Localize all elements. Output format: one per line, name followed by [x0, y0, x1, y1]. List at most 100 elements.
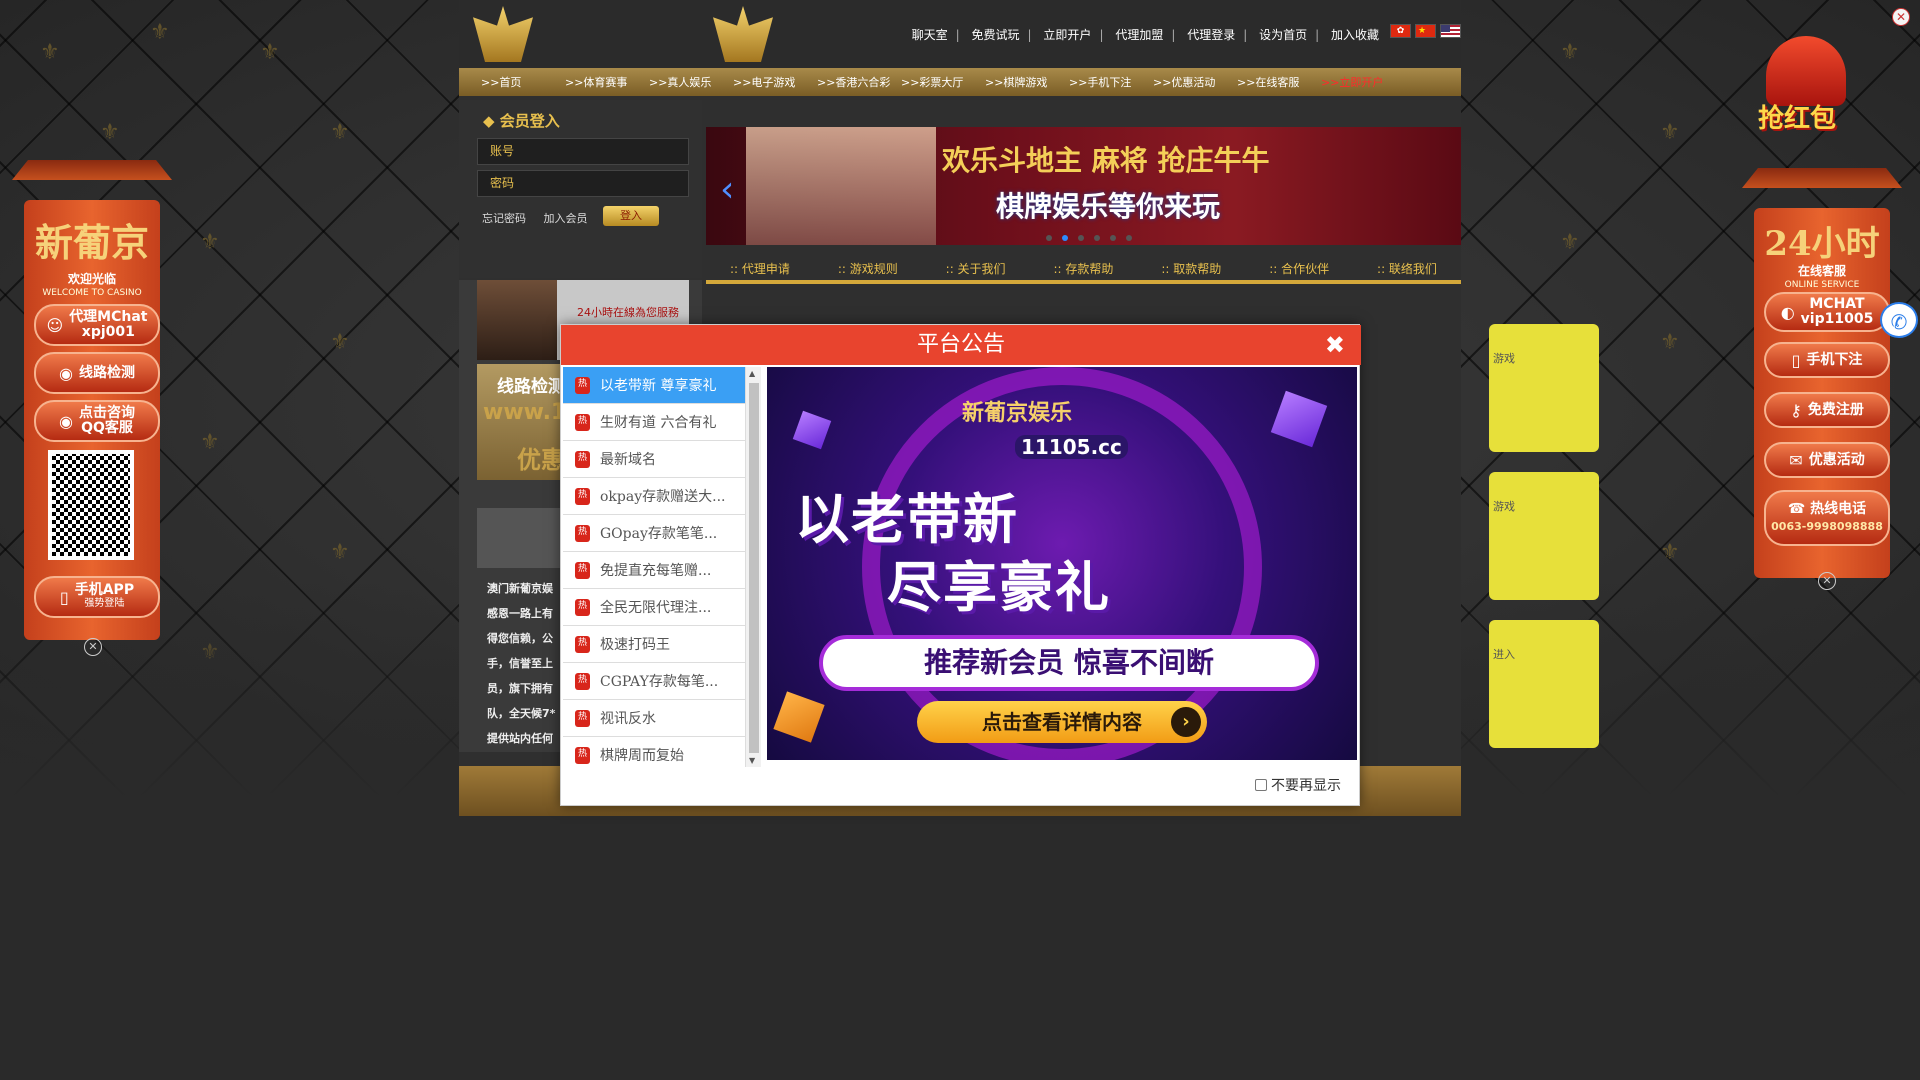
announcement-label: 以老带新 尊享豪礼 — [600, 378, 717, 394]
announcement-label: 生财有道 六合有礼 — [600, 415, 717, 431]
announcement-label: 全民无限代理注... — [600, 600, 712, 616]
mobile-app-label: 手机APP 强势登陆 — [75, 583, 134, 611]
hotline-number: 0063-9998098888 — [1771, 520, 1883, 533]
qq-service-label: 点击咨询 QQ客服 — [78, 405, 135, 436]
hot-badge-icon: 热 — [575, 598, 590, 616]
hot-badge-icon: 热 — [575, 413, 590, 431]
promo-logo: 新葡京娱乐 — [962, 400, 1073, 426]
right-panel-body: 24小时 在线客服 ONLINE SERVICE ◐ MCHAT vip1100… — [1754, 208, 1890, 578]
announcement-list: 热以老带新 尊享豪礼 热生财有道 六合有礼 热最新域名 热 okpay存款赠送大.… — [563, 367, 749, 767]
qq-icon: ◉ — [59, 363, 73, 383]
scroll-top-cap — [12, 160, 172, 180]
online-service-en-text: ONLINE SERVICE — [1784, 280, 1860, 290]
right-float-panel: 24小时 在线客服 ONLINE SERVICE ◐ MCHAT vip1100… — [1742, 168, 1910, 590]
announcement-item[interactable]: 热棋牌周而复始 — [563, 737, 749, 767]
red-packet-widget[interactable]: 抢红包 — [1736, 36, 1876, 146]
hot-badge-icon: 热 — [575, 487, 590, 505]
agent-mchat-label: 代理MChat xpj001 — [69, 309, 148, 340]
announcement-scrollbar[interactable]: ▲ ▼ — [745, 367, 761, 767]
cube-decoration — [792, 410, 832, 450]
mobile-bet-label: 手机下注 — [1806, 351, 1863, 368]
dont-show-label: 不要再显示 — [1271, 778, 1341, 794]
mchat-button[interactable]: ◐ MCHAT vip11005 — [1764, 292, 1890, 332]
view-details-button[interactable]: 点击查看详情内容 › — [917, 701, 1207, 743]
hotline-button[interactable]: ☎ 热线电话 0063-9998098888 — [1764, 490, 1890, 546]
phone-icon: ▯ — [59, 587, 69, 607]
online-service-text: 在线客服 — [1797, 264, 1846, 278]
hot-badge-icon: 热 — [575, 635, 590, 653]
close-icon[interactable]: ✕ — [84, 638, 102, 656]
left-float-panel: 新葡京 欢迎光临 WELCOME TO CASINO ☺ 代理MChat xpj… — [12, 160, 172, 660]
modal-header: 平台公告 ✖ — [561, 325, 1361, 365]
announcement-label: 极速打码王 — [600, 637, 670, 653]
close-icon[interactable]: ✕ — [1892, 8, 1910, 26]
cube-decoration — [773, 691, 825, 743]
free-register-button[interactable]: ⚷ 免费注册 — [1764, 392, 1890, 428]
announcement-item[interactable]: 热以老带新 尊享豪礼 — [563, 367, 749, 404]
qq-service-button[interactable]: ◉ 点击咨询 QQ客服 — [34, 400, 160, 442]
red-packet-label: 抢红包 — [1758, 104, 1837, 134]
announcement-item[interactable]: 热免提直充每笔赠... — [563, 552, 749, 589]
announcement-label: CGPAY存款每笔... — [600, 674, 719, 690]
qr-code — [48, 450, 134, 560]
welcome-en-text: WELCOME TO CASINO — [42, 288, 142, 298]
announcement-label: GOpay存款笔笔... — [600, 526, 718, 542]
scroll-down-icon[interactable]: ▼ — [749, 756, 755, 765]
promo-tagline: 推荐新会员 惊喜不间断 — [819, 635, 1319, 691]
announcement-modal: 平台公告 ✖ 热以老带新 尊享豪礼 热生财有道 六合有礼 热最新域名 热 okpa… — [560, 324, 1361, 806]
announcement-item[interactable]: 热 okpay存款赠送大... — [563, 478, 749, 515]
key-icon: ⚷ — [1790, 400, 1802, 420]
dont-show-checkbox[interactable] — [1255, 779, 1267, 791]
promo-domain: 11105.cc — [1015, 435, 1128, 459]
mobile-app-title: 手机APP — [74, 582, 135, 598]
mchat-icon: ◐ — [1780, 302, 1795, 322]
scroll-up-icon[interactable]: ▲ — [749, 369, 755, 378]
mobile-app-subtitle: 强势登陆 — [84, 598, 125, 609]
gift-icon: ✉ — [1789, 450, 1803, 470]
right-panel-title: 24小时 — [1764, 224, 1880, 264]
red-packet-icon — [1766, 36, 1846, 106]
promo-subheadline: 尽享豪礼 — [887, 556, 1111, 619]
promotions-button[interactable]: ✉ 优惠活动 — [1764, 442, 1890, 478]
dont-show-again[interactable]: 不要再显示 — [1255, 775, 1341, 795]
announcement-item[interactable]: 热视讯反水 — [563, 700, 749, 737]
hot-badge-icon: 热 — [575, 524, 590, 542]
hot-badge-icon: 热 — [575, 672, 590, 690]
left-panel-title: 新葡京 — [34, 220, 149, 265]
close-icon[interactable]: ✖ — [1325, 325, 1345, 365]
view-details-label: 点击查看详情内容 — [982, 710, 1142, 734]
qq-icon: ◉ — [59, 411, 73, 431]
left-panel-body: 新葡京 欢迎光临 WELCOME TO CASINO ☺ 代理MChat xpj… — [24, 200, 160, 640]
announcement-label: 最新域名 — [600, 452, 656, 468]
free-register-label: 免费注册 — [1807, 401, 1864, 418]
line-check-button-label: 线路检测 — [78, 364, 135, 381]
hot-badge-icon: 热 — [575, 450, 590, 468]
mobile-bet-button[interactable]: ▯ 手机下注 — [1764, 342, 1890, 378]
phone-icon: ▯ — [1791, 350, 1801, 370]
announcement-label: 免提直充每笔赠... — [600, 563, 712, 579]
announcement-item[interactable]: 热全民无限代理注... — [563, 589, 749, 626]
announcement-item[interactable]: 热 CGPAY存款每笔... — [563, 663, 749, 700]
modal-title: 平台公告 — [916, 332, 1005, 357]
announcement-item[interactable]: 热极速打码王 — [563, 626, 749, 663]
line-check-button[interactable]: ◉ 线路检测 — [34, 352, 160, 394]
agent-mchat-button[interactable]: ☺ 代理MChat xpj001 — [34, 304, 160, 346]
cube-decoration — [1270, 390, 1328, 448]
scrollbar-thumb[interactable] — [749, 383, 759, 753]
mobile-app-button[interactable]: ▯ 手机APP 强势登陆 — [34, 576, 160, 618]
promotions-label: 优惠活动 — [1808, 451, 1865, 468]
announcement-label: okpay存款赠送大... — [600, 489, 726, 505]
announcement-label: 棋牌周而复始 — [600, 748, 684, 764]
announcement-item[interactable]: 热最新域名 — [563, 441, 749, 478]
close-icon[interactable]: ✕ — [1818, 572, 1836, 590]
welcome-text: 欢迎光临 — [67, 272, 116, 286]
announcement-image[interactable]: 新葡京娱乐 11105.cc 以老带新 尽享豪礼 推荐新会员 惊喜不间断 点击查… — [767, 367, 1357, 760]
wechat-icon[interactable]: ✆ — [1880, 302, 1918, 338]
announcement-item[interactable]: 热生财有道 六合有礼 — [563, 404, 749, 441]
announcement-label: 视讯反水 — [600, 711, 656, 727]
hotline-title: ☎ 热线电话 — [1788, 502, 1866, 517]
hotline-label: 热线电话 — [1810, 501, 1867, 517]
announcement-item[interactable]: 热 GOpay存款笔笔... — [563, 515, 749, 552]
agent-icon: ☺ — [46, 315, 64, 335]
mchat-label: MCHAT vip11005 — [1800, 296, 1874, 327]
